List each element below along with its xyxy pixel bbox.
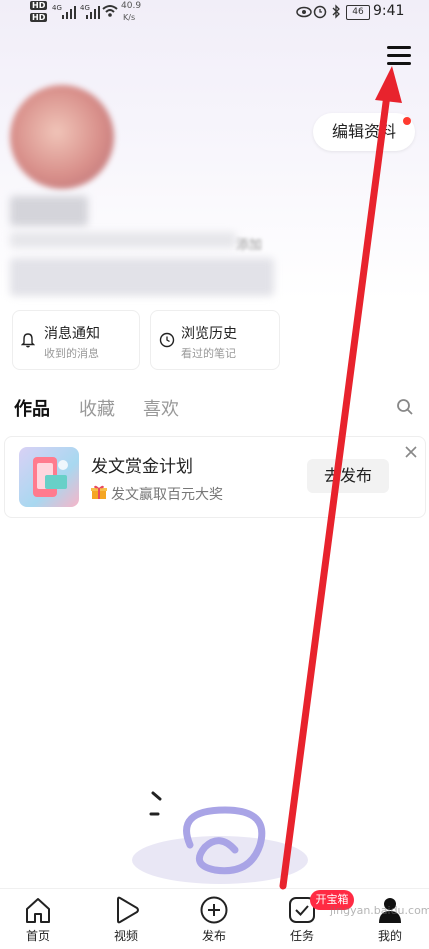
sim2-badge: HD <box>30 13 48 22</box>
card-subtitle: 收到的消息 <box>44 347 99 360</box>
wifi-icon <box>102 5 118 17</box>
watermark-logo-icon <box>132 806 308 884</box>
watermark-text: jingyan.baidu.com <box>330 904 429 917</box>
nav-publish[interactable]: 发布 <box>184 889 244 949</box>
add-bio-text[interactable]: 添加 <box>236 234 262 253</box>
nav-label: 首页 <box>25 929 50 943</box>
card-subtitle: 看过的笔记 <box>181 347 236 360</box>
edit-profile-label: 编辑资料 <box>331 122 396 141</box>
close-icon[interactable] <box>405 446 417 458</box>
nav-home[interactable]: 首页 <box>8 889 68 949</box>
nav-me[interactable]: 我的 <box>360 889 420 949</box>
home-icon <box>26 898 50 923</box>
signal-icon-2 <box>86 6 100 19</box>
network-speed-unit: K/s <box>123 13 136 22</box>
phone-illustration-icon <box>33 457 68 497</box>
publish-button[interactable]: 去发布 <box>307 459 389 493</box>
eye-icon <box>296 6 312 18</box>
nav-label: 我的 <box>377 929 402 943</box>
tab-works[interactable]: 作品 <box>14 395 50 421</box>
bell-icon <box>21 333 35 348</box>
bottom-navigation: 首页 视频 发布 任务 我的 <box>0 888 429 949</box>
battery-indicator: 46 <box>346 5 370 20</box>
tab-likes[interactable]: 喜欢 <box>143 395 179 421</box>
plus-circle-icon <box>200 896 228 924</box>
play-icon <box>117 896 139 924</box>
stats-blurred <box>10 258 274 296</box>
sim1-badge: HD <box>30 1 48 10</box>
promo-title: 发文赏金计划 <box>91 457 193 477</box>
promo-subtitle: 发文赢取百元大奖 <box>111 487 223 503</box>
gift-icon <box>91 485 107 499</box>
nav-video[interactable]: 视频 <box>96 889 156 949</box>
message-notification-card[interactable]: 消息通知 收到的消息 <box>12 310 140 370</box>
nav-label: 视频 <box>113 929 138 943</box>
avatar[interactable] <box>10 85 114 189</box>
promo-thumbnail <box>19 447 79 507</box>
notification-dot <box>403 117 411 125</box>
network-speed: 40.9 <box>121 1 142 11</box>
alarm-icon <box>313 5 327 19</box>
menu-icon[interactable] <box>387 46 411 66</box>
network-type: 4G <box>52 4 62 12</box>
clock-time: 9:41 <box>373 3 405 19</box>
card-title: 浏览历史 <box>181 326 237 342</box>
username-blurred <box>10 196 88 226</box>
clock-icon <box>159 332 175 348</box>
search-icon[interactable] <box>396 398 414 416</box>
signal-icon <box>62 6 76 19</box>
status-bar: HD HD 4G 4G 40.9 K/s 46 9:41 <box>0 0 429 28</box>
nav-label: 发布 <box>201 929 226 943</box>
bio-blurred <box>10 232 236 248</box>
promo-card[interactable]: 发文赏金计划 发文赢取百元大奖 去发布 <box>4 436 426 518</box>
bluetooth-icon <box>332 4 340 19</box>
edit-profile-button[interactable]: 编辑资料 <box>313 113 415 151</box>
browse-history-card[interactable]: 浏览历史 看过的笔记 <box>150 310 280 370</box>
card-title: 消息通知 <box>44 326 100 342</box>
nav-label: 任务 <box>289 929 314 943</box>
tab-favorites[interactable]: 收藏 <box>79 395 115 421</box>
